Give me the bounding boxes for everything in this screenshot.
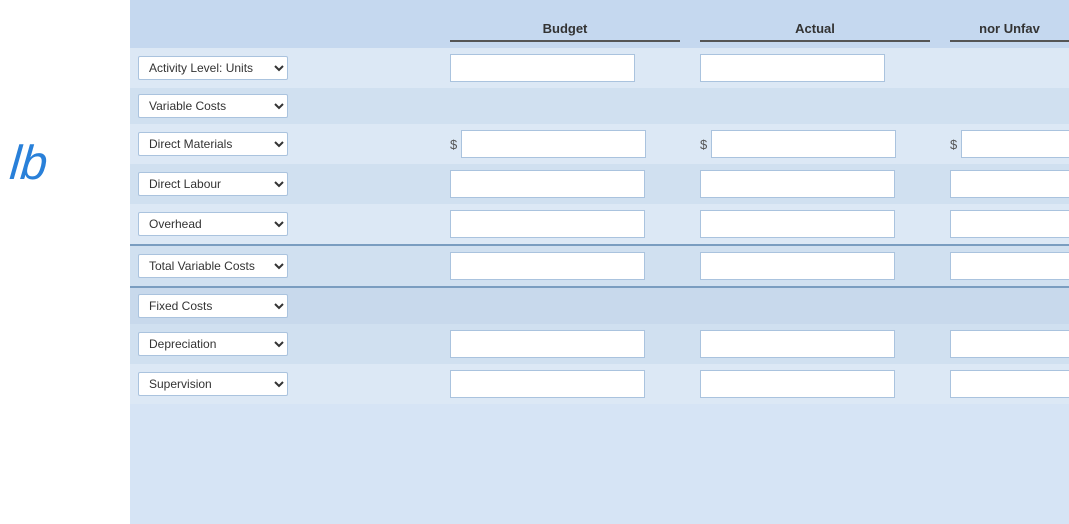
variable-costs-dropdown[interactable]: Variable Costs [138, 94, 288, 118]
total-variable-costs-row: Total Variable Costs [130, 246, 1069, 288]
tvc-budget-group [450, 252, 680, 280]
activity-budget-group [450, 54, 680, 82]
handwriting-annotation: lb [8, 140, 50, 188]
depreciation-row: Depreciation [130, 324, 1069, 364]
supervision-label-col: Supervision [130, 372, 450, 396]
overhead-label-col: Overhead [130, 212, 450, 236]
dm-budget-group: $ [450, 130, 680, 158]
variable-costs-label-col: Variable Costs [130, 94, 450, 118]
sup-actual-input[interactable] [700, 370, 895, 398]
left-panel: lb [0, 0, 130, 524]
dm-actual-input[interactable] [711, 130, 896, 158]
oh-actual-input[interactable] [700, 210, 895, 238]
dep-actual-group [700, 330, 930, 358]
dep-actual-input[interactable] [700, 330, 895, 358]
sup-budget-group [450, 370, 680, 398]
data-rows: Activity Level: Units Variable Costs [130, 48, 1069, 524]
total-vc-label-col: Total Variable Costs [130, 254, 450, 278]
dl-actual-input[interactable] [700, 170, 895, 198]
overhead-row: Overhead [130, 204, 1069, 246]
dep-budget-input[interactable] [450, 330, 645, 358]
tvc-actual-input[interactable] [700, 252, 895, 280]
tvc-variance-group [950, 252, 1069, 280]
depreciation-dropdown[interactable]: Depreciation [138, 332, 288, 356]
sup-actual-group [700, 370, 930, 398]
dm-variance-group: $ [950, 130, 1069, 158]
dl-actual-group [700, 170, 930, 198]
activity-actual-group [700, 54, 930, 82]
oh-budget-group [450, 210, 680, 238]
fixed-costs-label-col: Fixed Costs [130, 294, 450, 318]
direct-labour-label-col: Direct Labour [130, 172, 450, 196]
oh-variance-input[interactable] [950, 210, 1069, 238]
sup-variance-group [950, 370, 1069, 398]
dl-variance-group [950, 170, 1069, 198]
fixed-costs-row: Fixed Costs [130, 288, 1069, 324]
dl-budget-group [450, 170, 680, 198]
depreciation-label-col: Depreciation [130, 332, 450, 356]
dl-variance-input[interactable] [950, 170, 1069, 198]
dep-budget-group [450, 330, 680, 358]
activity-level-row: Activity Level: Units [130, 48, 1069, 88]
fixed-costs-dropdown[interactable]: Fixed Costs [138, 294, 288, 318]
sup-variance-input[interactable] [950, 370, 1069, 398]
page-wrapper: lb Budget Actual nor Unfav Activity Leve… [0, 0, 1069, 524]
direct-materials-dropdown[interactable]: Direct Materials [138, 132, 288, 156]
dm-budget-input[interactable] [461, 130, 646, 158]
total-vc-dropdown[interactable]: Total Variable Costs [138, 254, 288, 278]
supervision-row: Supervision [130, 364, 1069, 404]
activity-level-dropdown[interactable]: Activity Level: Units [138, 56, 288, 80]
overhead-dropdown[interactable]: Overhead [138, 212, 288, 236]
oh-budget-input[interactable] [450, 210, 645, 238]
dm-budget-currency: $ [450, 137, 457, 152]
supervision-dropdown[interactable]: Supervision [138, 372, 288, 396]
direct-materials-label-col: Direct Materials [130, 132, 450, 156]
dm-variance-currency: $ [950, 137, 957, 152]
direct-labour-row: Direct Labour [130, 164, 1069, 204]
direct-labour-dropdown[interactable]: Direct Labour [138, 172, 288, 196]
activity-level-label-col: Activity Level: Units [130, 56, 450, 80]
tvc-budget-input[interactable] [450, 252, 645, 280]
oh-variance-group [950, 210, 1069, 238]
dm-actual-currency: $ [700, 137, 707, 152]
dl-budget-input[interactable] [450, 170, 645, 198]
variance-header: nor Unfav [950, 21, 1069, 42]
dep-variance-input[interactable] [950, 330, 1069, 358]
oh-actual-group [700, 210, 930, 238]
activity-actual-input[interactable] [700, 54, 885, 82]
header-row: Budget Actual nor Unfav [130, 0, 1069, 48]
tvc-actual-group [700, 252, 930, 280]
dm-actual-group: $ [700, 130, 930, 158]
dm-variance-input[interactable] [961, 130, 1069, 158]
sup-budget-input[interactable] [450, 370, 645, 398]
variable-costs-row: Variable Costs [130, 88, 1069, 124]
tvc-variance-input[interactable] [950, 252, 1069, 280]
activity-budget-input[interactable] [450, 54, 635, 82]
direct-materials-row: Direct Materials $ $ $ [130, 124, 1069, 164]
actual-header: Actual [700, 21, 930, 42]
main-content: Budget Actual nor Unfav Activity Level: … [130, 0, 1069, 524]
dep-variance-group [950, 330, 1069, 358]
budget-header: Budget [450, 21, 680, 42]
